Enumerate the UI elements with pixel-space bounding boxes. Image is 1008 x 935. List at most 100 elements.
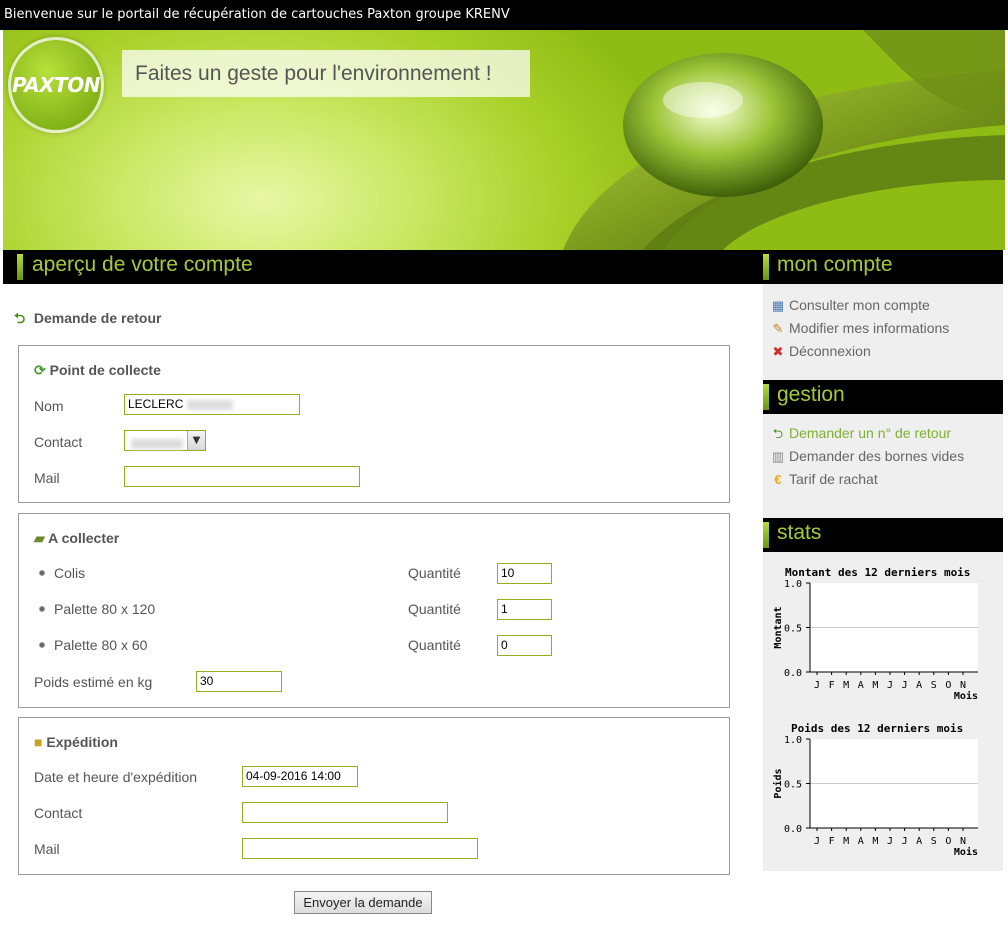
weight-chart: 1.00.50.0J F M A M J J A S O NMoisPoids [772, 736, 978, 858]
gestion-header: gestion [763, 380, 1003, 414]
shipping-date-label: Date et heure d'expédition [34, 769, 198, 785]
to-collect-title: ▰ A collecter [34, 530, 119, 547]
stats-panel: Montant des 12 derniers mois 1.0 0.5 0.0 J F… [763, 552, 1003, 871]
truck-icon: ▰ [34, 530, 45, 546]
name-value: LECLERC [128, 397, 184, 411]
request-empty-bins-link[interactable]: ▥ Demander des bornes vides [769, 448, 964, 465]
refresh-icon: ⟳ [34, 362, 46, 378]
mail-label: Mail [34, 470, 60, 486]
quantity-label: Quantité [408, 565, 461, 581]
x-tick-label: F [829, 836, 835, 847]
account-title: mon compte [777, 253, 893, 276]
y-tick-label: 0.0 [784, 668, 802, 679]
bullet-icon [39, 570, 45, 576]
shipping-panel: ■ Expédition Date et heure d'expédition … [18, 717, 730, 875]
y-tick-label: 0.0 [784, 824, 802, 835]
user-edit-icon: ✎ [772, 321, 784, 336]
redacted-text [131, 438, 183, 449]
shipping-title: ■ Expédition [34, 734, 118, 750]
shipping-title-text: Expédition [46, 734, 118, 750]
request-return-number-link[interactable]: ⮌ Demander un n° de retour [769, 425, 951, 447]
chevron-down-icon[interactable]: ▼ [187, 431, 205, 450]
x-axis-label: Mois [954, 690, 978, 702]
bin-icon: ▥ [771, 449, 785, 464]
x-tick-label: M [843, 836, 849, 847]
buyback-rate-link[interactable]: € Tarif de rachat [769, 471, 878, 487]
submit-request-button[interactable]: Envoyer la demande [294, 891, 432, 914]
link-label: Tarif de rachat [789, 471, 878, 487]
y-tick-label: 0.5 [784, 624, 802, 635]
slogan: Faites un geste pour l'environnement ! [122, 50, 530, 97]
link-label: Demander un n° de retour [789, 425, 952, 441]
main-section-title: aperçu de votre compte [32, 253, 253, 276]
collection-point-title-text: Point de collecte [49, 362, 161, 378]
x-tick-label: A [916, 836, 922, 847]
gestion-links: ⮌ Demander un n° de retour ▥ Demander des … [763, 414, 1003, 518]
x-tick-label: N [960, 680, 966, 691]
euro-icon: € [774, 472, 782, 487]
x-tick-label: F [829, 680, 835, 691]
x-tick-label: J [902, 680, 908, 691]
x-tick-label: J [887, 836, 893, 847]
welcome-bar: Bienvenue sur le portail de récupération… [0, 0, 1008, 30]
collection-point-title: ⟳ Point de collecte [34, 362, 161, 379]
shipping-date-input[interactable]: 04-09-2016 14:00 [242, 766, 358, 787]
name-label: Nom [34, 398, 64, 414]
table-icon: ▦ [771, 298, 785, 313]
quantity-input-colis[interactable]: 10 [497, 563, 552, 584]
shipping-contact-input[interactable] [242, 802, 448, 823]
link-label: Demander des bornes vides [789, 448, 965, 464]
collection-point-panel: ⟳ Point de collecte Nom LECLERC Contact … [18, 345, 730, 503]
x-tick-label: N [960, 836, 966, 847]
quantity-input-palette-120[interactable]: 1 [497, 599, 552, 620]
x-tick-label: A [858, 680, 864, 691]
request-title-text: Demande de retour [33, 310, 162, 326]
shipping-contact-label: Contact [34, 805, 83, 821]
x-tick-label: S [931, 836, 937, 847]
mail-input[interactable] [124, 466, 360, 487]
header-banner: PAXTON Faites un geste pour l'environnem… [3, 30, 1005, 250]
y-axis-label: Montant [773, 606, 784, 648]
to-collect-panel: ▰ A collecter Colis Quantité 10 Palette … [18, 513, 730, 708]
name-input[interactable]: LECLERC [124, 394, 300, 415]
quantity-input-palette-60[interactable]: 0 [497, 635, 552, 656]
weight-label: Poids estimé en kg [34, 674, 153, 690]
paxton-logo[interactable]: PAXTON [8, 37, 104, 133]
header-accent-bar [763, 254, 769, 280]
link-label: Déconnexion [789, 343, 871, 359]
edit-info-link[interactable]: ✎ Modifier mes informations [769, 320, 950, 337]
logout-link[interactable]: ✖ Déconnexion [769, 343, 871, 360]
x-tick-label: M [872, 680, 878, 691]
contact-select[interactable]: ▼ [124, 430, 206, 451]
bullet-icon [39, 606, 45, 612]
shipping-mail-input[interactable] [242, 838, 478, 859]
x-tick-label: M [843, 680, 849, 691]
x-tick-label: S [931, 680, 937, 691]
account-header: mon compte [763, 250, 1003, 284]
amount-chart: 1.00.50.0J F M A M J J A S O NMoisMontant [773, 580, 978, 702]
request-title: ⮌ Demande de retour [14, 308, 161, 332]
y-tick-label: 0.5 [784, 780, 802, 791]
quantity-label: Quantité [408, 601, 461, 617]
chart-title-weight: Poids des 12 derniers mois [791, 722, 964, 735]
x-axis-label: Mois [954, 846, 978, 858]
bullet-icon [39, 642, 45, 648]
header-accent-bar [763, 384, 769, 410]
consult-account-link[interactable]: ▦ Consulter mon compte [769, 297, 930, 314]
chart-title-amount: Montant des 12 derniers mois [785, 566, 971, 579]
x-tick-label: O [945, 680, 951, 691]
x-tick-label: J [887, 680, 893, 691]
contact-label: Contact [34, 434, 83, 450]
y-axis-label: Poids [772, 768, 784, 798]
stats-header: stats [763, 518, 1003, 552]
close-red-icon: ✖ [772, 344, 784, 359]
redacted-text [187, 399, 234, 410]
return-arrow-icon: ⮌ [772, 426, 784, 441]
x-tick-label: A [858, 836, 864, 847]
link-label: Modifier mes informations [789, 320, 950, 336]
item-label: Palette 80 x 120 [54, 601, 156, 617]
weight-input[interactable]: 30 [196, 671, 282, 692]
return-arrow-icon: ⮌ [14, 310, 26, 326]
header-accent-bar [17, 254, 23, 280]
x-tick-label: J [814, 836, 820, 847]
